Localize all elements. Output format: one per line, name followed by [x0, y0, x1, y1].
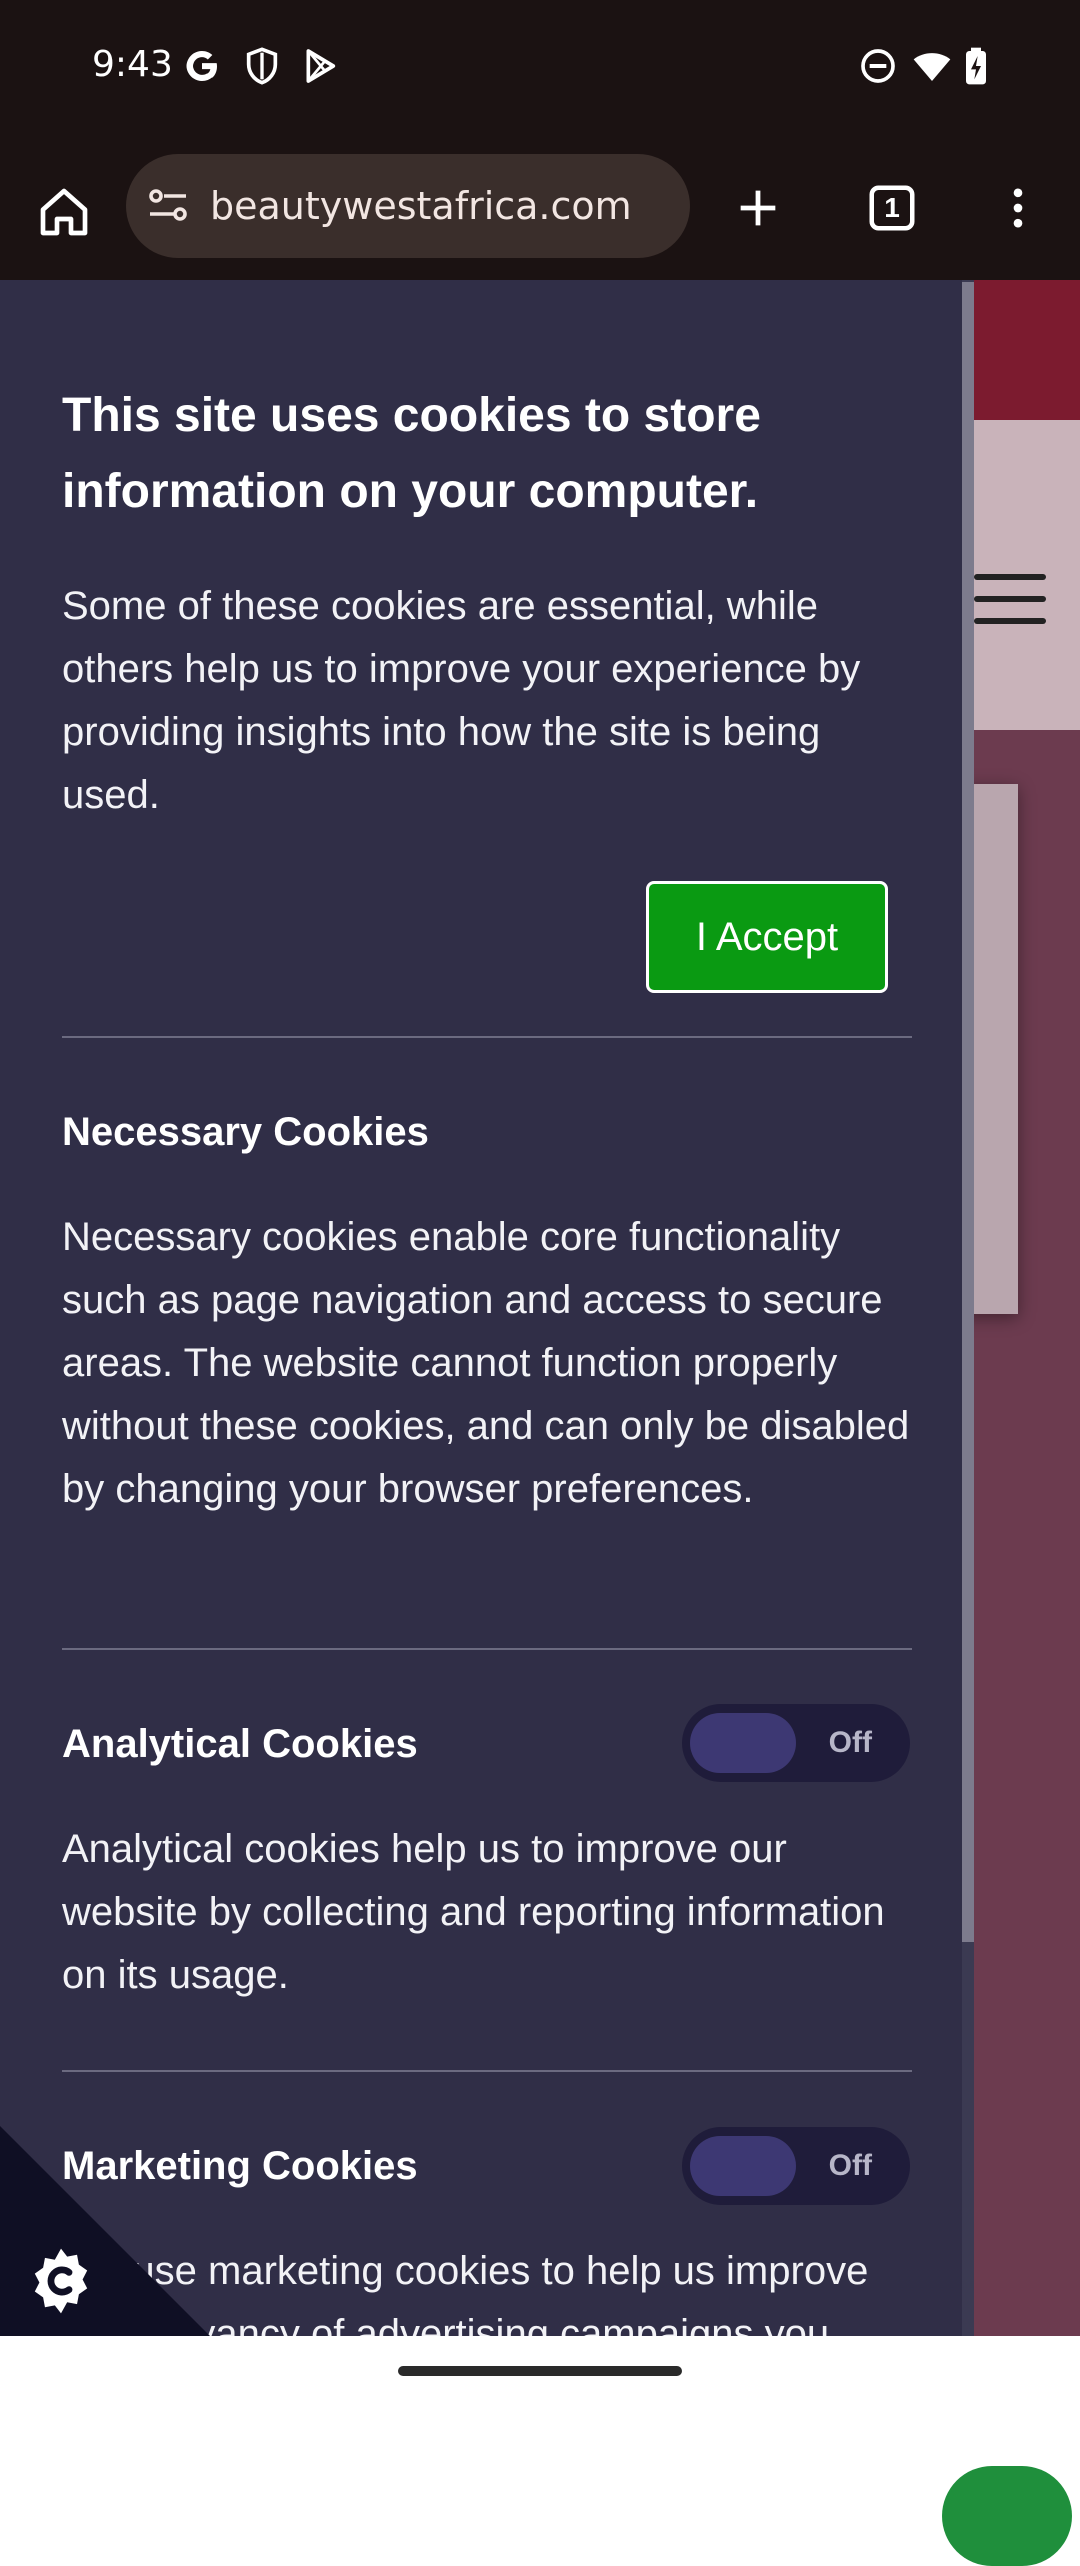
wifi-icon	[913, 53, 951, 81]
new-tab-icon	[740, 190, 776, 226]
battery-charging-icon	[966, 47, 986, 85]
url-text: beautywestafrica.com	[210, 184, 632, 228]
tab-switcher-button[interactable]: 1	[856, 172, 928, 244]
status-bar: 9:43	[0, 0, 1080, 136]
analytical-cookies-title: Analytical Cookies	[62, 1722, 418, 1766]
cookie-panel-title: This site uses cookies to store informat…	[62, 389, 761, 518]
analytical-cookies-toggle[interactable]: Off	[682, 1704, 910, 1782]
analytical-cookies-body: Analytical cookies help us to improve ou…	[62, 1827, 885, 1997]
home-button[interactable]	[28, 176, 100, 248]
home-icon	[40, 188, 88, 236]
new-tab-button[interactable]	[722, 172, 794, 244]
status-time: 9:43	[92, 44, 173, 85]
toggle-knob	[690, 1713, 796, 1773]
panel-scrollbar-thumb[interactable]	[962, 282, 974, 1942]
toggle-label: Off	[828, 1726, 872, 1759]
site-chip	[942, 2466, 1072, 2566]
home-gesture-handle[interactable]	[398, 2366, 682, 2376]
necessary-cookies-title: Necessary Cookies	[62, 1110, 429, 1154]
necessary-cookies-body: Necessary cookies enable core functional…	[62, 1215, 910, 1511]
cookie-panel-intro: Some of these cookies are essential, whi…	[62, 584, 861, 817]
divider	[62, 1036, 912, 1038]
tab-count: 1	[884, 192, 900, 223]
more-menu-button[interactable]	[982, 172, 1054, 244]
do-not-disturb-icon	[861, 49, 895, 83]
play-store-icon	[306, 49, 336, 83]
navigation-bar	[0, 2336, 1080, 2400]
divider	[62, 2070, 912, 2072]
cookie-gear-icon[interactable]	[24, 2244, 98, 2318]
cookie-consent-panel: This site uses cookies to store informat…	[0, 280, 974, 2336]
hamburger-menu-icon[interactable]	[974, 574, 1046, 640]
address-bar[interactable]: beautywestafrica.com	[126, 154, 690, 258]
toggle-label: Off	[828, 2149, 872, 2182]
toggle-knob	[690, 2136, 796, 2196]
marketing-cookies-title: Marketing Cookies	[62, 2144, 418, 2188]
google-g-icon	[186, 51, 217, 81]
more-menu-icon	[1013, 188, 1023, 228]
browser-toolbar: beautywestafrica.com 1	[0, 136, 1080, 280]
shield-icon	[246, 47, 278, 85]
site-settings-icon[interactable]	[144, 182, 192, 230]
accept-button[interactable]: I Accept	[646, 881, 888, 993]
divider	[62, 1648, 912, 1650]
marketing-cookies-toggle[interactable]: Off	[682, 2127, 910, 2205]
